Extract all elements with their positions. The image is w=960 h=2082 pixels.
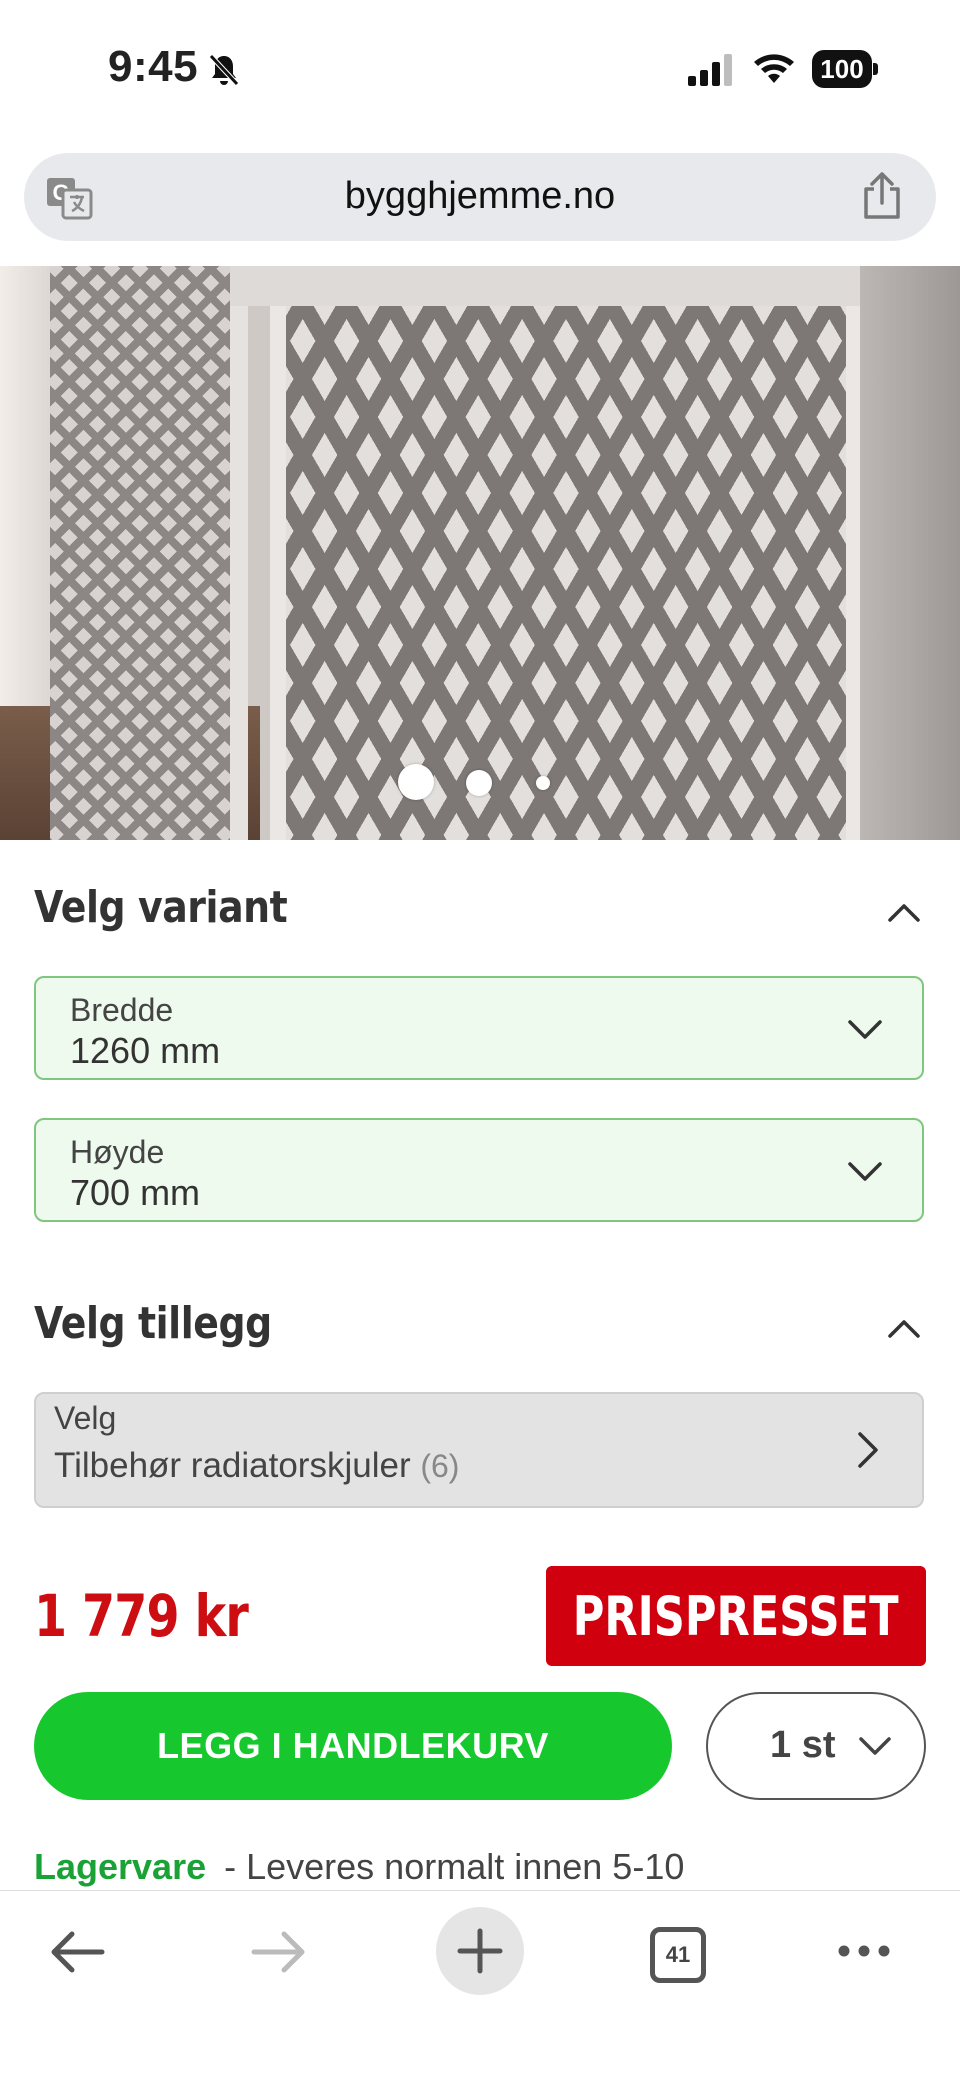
price-badge: PRISPRESSET bbox=[546, 1566, 926, 1666]
stock-status: Lagervare bbox=[34, 1846, 207, 1887]
back-arrow-icon[interactable] bbox=[46, 1927, 108, 1977]
addon-count: (6) bbox=[420, 1448, 460, 1484]
stock-info: Lagervare - Leveres normalt innen 5-10 bbox=[34, 1846, 684, 1888]
price-badge-text: PRISPRESSET bbox=[573, 1584, 899, 1648]
more-icon[interactable] bbox=[836, 1939, 892, 1963]
product-price: 1 779 kr bbox=[34, 1582, 249, 1650]
addon-value: Tilbehør radiatorskjuler (6) bbox=[54, 1446, 459, 1486]
width-select[interactable]: Bredde 1260 mm bbox=[34, 976, 924, 1080]
carousel-indicators bbox=[0, 764, 960, 804]
tabs-button[interactable]: 41 bbox=[650, 1927, 706, 1983]
chevron-up-icon[interactable] bbox=[884, 1308, 924, 1348]
carousel-dot-active[interactable] bbox=[398, 764, 434, 800]
addon-label: Velg bbox=[54, 1400, 117, 1436]
url-domain[interactable]: bygghjemme.no bbox=[24, 175, 936, 218]
addon-section-title[interactable]: Velg tillegg bbox=[34, 1298, 272, 1349]
product-photo-lattice bbox=[270, 266, 868, 840]
battery-level: 100 bbox=[812, 50, 872, 88]
browser-toolbar: 41 bbox=[0, 1890, 960, 2082]
chevron-down-icon bbox=[848, 1162, 882, 1181]
address-bar[interactable]: G bygghjemme.no bbox=[24, 153, 936, 241]
delivery-text: - Leveres normalt innen 5-10 bbox=[224, 1846, 685, 1887]
chevron-right-icon bbox=[858, 1432, 878, 1468]
variant-section-title[interactable]: Velg variant bbox=[34, 882, 288, 933]
chevron-down-icon bbox=[859, 1737, 891, 1755]
carousel-dot[interactable] bbox=[466, 770, 492, 796]
new-tab-button[interactable] bbox=[436, 1907, 524, 1995]
height-label: Høyde bbox=[70, 1134, 165, 1170]
plus-icon bbox=[457, 1928, 503, 1974]
cellular-signal-icon bbox=[688, 54, 732, 86]
status-bar: 9:45 100 bbox=[0, 0, 960, 140]
product-image-carousel[interactable] bbox=[0, 266, 960, 840]
width-label: Bredde bbox=[70, 992, 174, 1028]
addon-value-text: Tilbehør radiatorskjuler bbox=[54, 1446, 411, 1485]
share-icon[interactable] bbox=[860, 171, 904, 221]
wifi-icon bbox=[754, 54, 794, 83]
bell-muted-icon bbox=[209, 54, 239, 86]
chevron-up-icon[interactable] bbox=[884, 892, 924, 932]
carousel-dot[interactable] bbox=[536, 776, 550, 790]
height-value: 700 mm bbox=[70, 1172, 201, 1213]
add-to-cart-button[interactable]: LEGG I HANDLEKURV bbox=[34, 1692, 672, 1800]
product-photo-side-panel bbox=[50, 266, 248, 840]
height-select[interactable]: Høyde 700 mm bbox=[34, 1118, 924, 1222]
addon-select[interactable]: Velg Tilbehør radiatorskjuler (6) bbox=[34, 1392, 924, 1508]
quantity-select[interactable]: 1 st bbox=[706, 1692, 926, 1800]
clock: 9:45 bbox=[108, 42, 199, 91]
battery-icon: 100 bbox=[812, 50, 878, 88]
quantity-value: 1 st bbox=[770, 1724, 836, 1766]
forward-arrow-icon[interactable] bbox=[248, 1927, 310, 1977]
width-value: 1260 mm bbox=[70, 1030, 221, 1071]
chevron-down-icon bbox=[848, 1020, 882, 1039]
